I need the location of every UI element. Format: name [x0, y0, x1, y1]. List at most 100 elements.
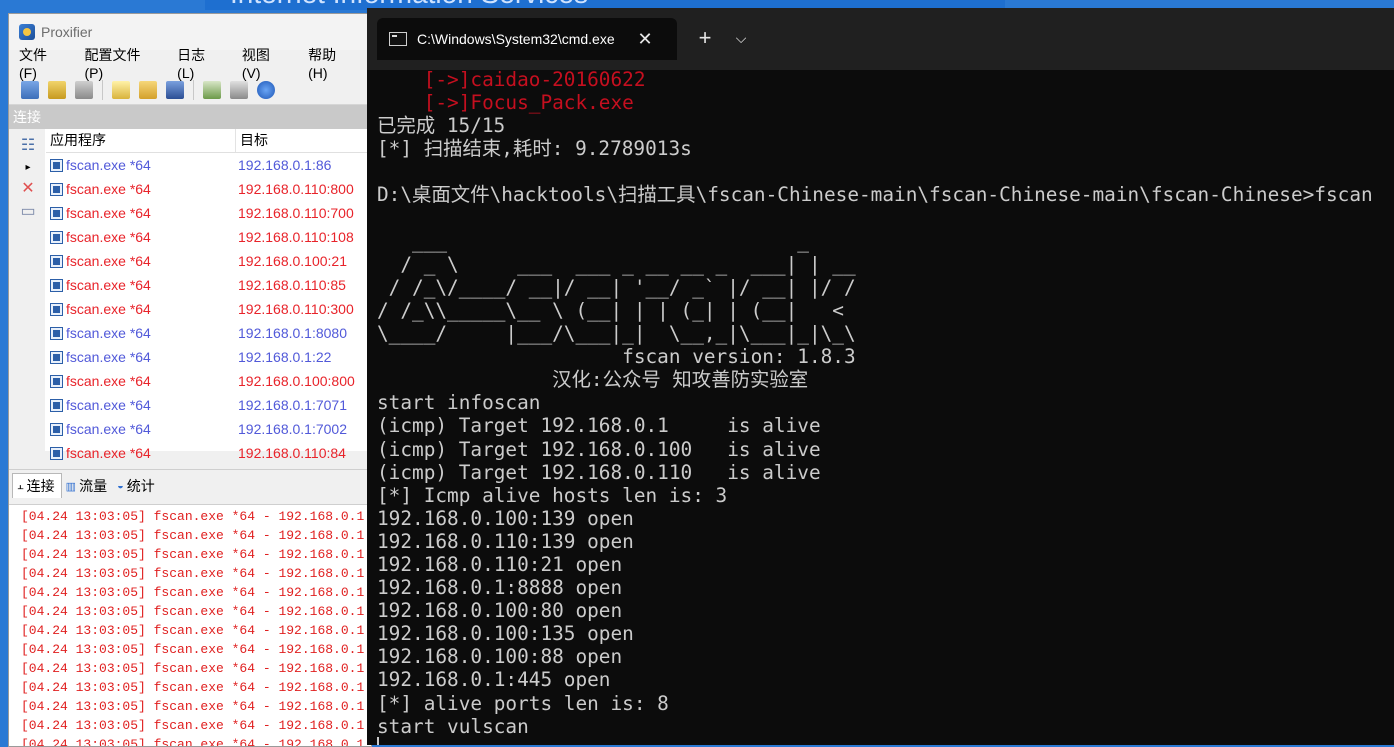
executable-icon [50, 422, 63, 436]
row-app-cell: fscan.exe *64 [46, 397, 235, 413]
row-app-cell: fscan.exe *64 [46, 421, 235, 437]
table-row[interactable]: fscan.exe *64 192.168.0.1:7071 [46, 393, 371, 417]
row-target: 192.168.0.110:700 [238, 205, 354, 221]
terminal-line: 192.168.0.100:88 open [377, 645, 623, 669]
connections-side-toolbar: ☷ ▸ ✕ ▭ [9, 129, 45, 451]
table-row[interactable]: fscan.exe *64 192.168.0.1:22 [46, 345, 371, 369]
proxifier-bottom-tabs: ⫠ 连接 ▥ 流量 ◒ 统计 [9, 469, 371, 498]
menu-help[interactable]: 帮助(H) [304, 43, 357, 83]
row-target: 192.168.0.110:84 [238, 445, 346, 461]
terminal-line: (icmp) Target 192.168.0.100 is alive [377, 437, 821, 461]
column-header-target[interactable]: 目标 [236, 129, 371, 152]
terminal-line: 已完成 15/15 [377, 114, 506, 138]
row-target: 192.168.0.110:300 [238, 301, 354, 317]
log-line: [04.24 13:03:05] fscan.exe *64 - 192.168… [21, 718, 365, 733]
connections-section-header: 连接 [9, 105, 371, 129]
tab-traffic[interactable]: ▥ 流量 [62, 474, 113, 498]
terminal-line: / /_\/____/ __|/ __| '__/ _` |/ __| |/ / [377, 275, 856, 299]
terminal-line: 192.168.0.1:445 open [377, 668, 611, 692]
executable-icon [50, 398, 63, 412]
row-app: fscan.exe *64 [66, 301, 151, 317]
cmd-tab[interactable]: C:\Windows\System32\cmd.exe ✕ [377, 18, 677, 60]
close-tab-icon[interactable]: ✕ [633, 29, 657, 50]
terminal-output[interactable]: [->]caidao-20160622 [->]Focus_Pack.exe 已完… [377, 68, 1394, 745]
close-connection-icon[interactable]: ✕ [18, 180, 38, 198]
open-profile-icon[interactable] [139, 81, 157, 99]
current-row-arrow-icon: ▸ [25, 162, 31, 173]
table-row[interactable]: fscan.exe *64 192.168.0.110:84 [46, 441, 371, 465]
cmd-tab-title: C:\Windows\System32\cmd.exe [417, 31, 615, 47]
connection-log[interactable]: [04.24 13:03:05] fscan.exe *64 - 192.168… [9, 504, 371, 747]
name-resolution-icon[interactable] [75, 81, 93, 99]
proxification-rules-icon[interactable] [48, 81, 66, 99]
table-row[interactable]: fscan.exe *64 192.168.0.110:300 [46, 297, 371, 321]
new-tab-icon[interactable]: + [693, 26, 717, 50]
table-row[interactable]: fscan.exe *64 192.168.0.1:7002 [46, 417, 371, 441]
executable-icon [50, 374, 63, 388]
menu-file[interactable]: 文件(F) [15, 43, 66, 83]
proxy-servers-icon[interactable] [21, 81, 39, 99]
terminal-line: [*] 扫描结束,耗时: 9.2789013s [377, 137, 692, 161]
table-row[interactable]: fscan.exe *64 192.168.0.110:700 [46, 201, 371, 225]
options-icon[interactable] [203, 81, 221, 99]
tab-statistics[interactable]: ◒ 统计 [113, 474, 161, 498]
terminal-line: [->]caidao-20160622 [377, 68, 646, 91]
terminal-line: (icmp) Target 192.168.0.110 is alive [377, 460, 821, 484]
executable-icon [50, 254, 63, 268]
menu-log[interactable]: 日志(L) [173, 43, 224, 83]
executable-icon [50, 158, 63, 172]
print-icon[interactable] [230, 81, 248, 99]
log-line: [04.24 13:03:05] fscan.exe *64 - 192.168… [21, 566, 365, 581]
row-app-cell: fscan.exe *64 [46, 373, 235, 389]
terminal-line: 192.168.0.100:135 open [377, 622, 634, 646]
tab-dropdown-icon[interactable]: ⌵ [729, 26, 753, 50]
table-row[interactable]: fscan.exe *64 192.168.0.1:8080 [46, 321, 371, 345]
executable-icon [50, 182, 63, 196]
terminal-line: \____/ |___/\___|_| \__,_|\___|_|\_\ [377, 322, 856, 346]
row-app: fscan.exe *64 [66, 181, 151, 197]
cmd-window: C:\Windows\System32\cmd.exe ✕ + ⌵ [->]ca… [367, 8, 1394, 745]
log-line: [04.24 13:03:05] fscan.exe *64 - 192.168… [21, 509, 365, 524]
column-header-app[interactable]: 应用程序 [46, 129, 236, 152]
table-row[interactable]: fscan.exe *64 192.168.0.110:85 [46, 273, 371, 297]
toolbar-separator [193, 80, 194, 100]
statistics-icon: ◒ [117, 480, 124, 492]
proxifier-menubar: 文件(F) 配置文件(P) 日志(L) 视图(V) 帮助(H) [9, 47, 371, 81]
executable-icon [50, 230, 63, 244]
table-row[interactable]: fscan.exe *64 192.168.0.1:86 [46, 153, 371, 177]
row-app: fscan.exe *64 [66, 397, 151, 413]
row-app-cell: fscan.exe *64 [46, 181, 235, 197]
table-row[interactable]: fscan.exe *64 192.168.0.110:108 [46, 225, 371, 249]
row-app-cell: fscan.exe *64 [46, 157, 235, 173]
log-line: [04.24 13:03:05] fscan.exe *64 - 192.168… [21, 737, 365, 747]
row-target: 192.168.0.110:800 [238, 181, 354, 197]
help-icon[interactable] [257, 81, 275, 99]
menu-view[interactable]: 视图(V) [238, 43, 290, 83]
new-profile-icon[interactable] [112, 81, 130, 99]
menu-profile[interactable]: 配置文件(P) [80, 43, 159, 83]
executable-icon [50, 206, 63, 220]
terminal-line: start vulscan [377, 714, 529, 738]
row-target: 192.168.0.1:7002 [238, 421, 347, 437]
save-profile-icon[interactable] [166, 81, 184, 99]
columns-icon[interactable]: ☷ [18, 137, 38, 155]
table-row[interactable]: fscan.exe *64 192.168.0.110:800 [46, 177, 371, 201]
terminal-line: fscan version: 1.8.3 [377, 345, 856, 369]
connections-icon: ⫠ [17, 479, 24, 492]
row-app: fscan.exe *64 [66, 373, 151, 389]
close-all-icon[interactable]: ▭ [18, 203, 38, 221]
row-app: fscan.exe *64 [66, 445, 151, 461]
row-app: fscan.exe *64 [66, 349, 151, 365]
table-row[interactable]: fscan.exe *64 192.168.0.100:21 [46, 249, 371, 273]
log-line: [04.24 13:03:05] fscan.exe *64 - 192.168… [21, 661, 365, 676]
tab-connections[interactable]: ⫠ 连接 [12, 473, 62, 498]
row-app: fscan.exe *64 [66, 421, 151, 437]
toolbar-separator [102, 80, 103, 100]
row-target: 192.168.0.1:8080 [238, 325, 347, 341]
log-line: [04.24 13:03:05] fscan.exe *64 - 192.168… [21, 547, 365, 562]
proxifier-window: Proxifier 文件(F) 配置文件(P) 日志(L) 视图(V) 帮助(H… [8, 13, 372, 747]
terminal-line: 汉化:公众号 知攻善防实验室 [377, 368, 809, 392]
table-row[interactable]: fscan.exe *64 192.168.0.100:800 [46, 369, 371, 393]
